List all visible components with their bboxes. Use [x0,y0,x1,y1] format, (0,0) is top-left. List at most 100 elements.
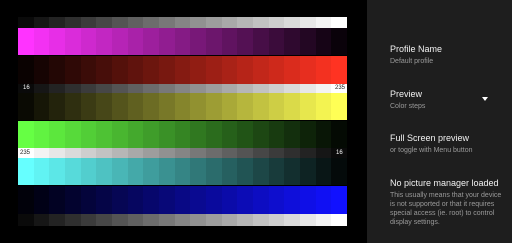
color-step [112,186,128,214]
color-step [221,84,238,93]
color-step [206,17,222,28]
color-step [331,93,348,120]
color-step [33,214,50,226]
color-step [49,93,66,120]
picture-manager-status: No picture manager loaded This usually m… [390,178,504,227]
color-step [174,158,191,185]
color-step [268,186,285,214]
color-step [315,158,332,185]
color-step [80,186,97,214]
color-step [315,56,332,84]
color-step [18,56,34,84]
color-step [143,93,160,120]
color-step [143,148,160,158]
color-step [33,17,50,28]
color-step [127,121,144,148]
color-step [96,56,113,84]
color-step [268,84,285,93]
color-step [159,158,175,185]
color-step [331,28,348,55]
color-step [221,17,238,28]
color-step [331,17,348,28]
color-step [127,158,144,185]
color-step [96,121,113,148]
color-step [65,214,81,226]
color-step [159,17,175,28]
color-step [143,56,160,84]
color-step [127,186,144,214]
color-step [159,186,175,214]
yellow-steps [18,93,348,120]
color-step [80,148,97,158]
color-steps-preview: 16 235 235 16 [0,0,367,243]
color-step [284,214,301,226]
color-step [65,93,81,120]
color-step [237,121,254,148]
color-step [221,28,238,55]
color-step [174,28,191,55]
color-step [33,158,50,185]
marker-bottom-left: 235 [20,150,31,156]
profile-name-title: Profile Name [390,44,443,54]
color-step [49,28,66,55]
color-step [49,17,66,28]
color-step [33,93,50,120]
color-step [96,17,113,28]
gray-steps-right [18,148,348,158]
color-step [80,214,97,226]
color-step [253,93,269,120]
color-step [65,148,81,158]
color-step [331,158,348,185]
color-step [190,121,207,148]
color-step [174,148,191,158]
color-step [33,121,50,148]
color-step [18,28,34,55]
blue-steps [18,186,348,214]
color-step [268,56,285,84]
color-step [221,148,238,158]
color-step [315,28,332,55]
color-step [237,214,254,226]
color-step [65,56,81,84]
color-step [190,214,207,226]
color-step [284,28,301,55]
color-step [315,84,332,93]
color-step [112,214,128,226]
color-step [112,84,128,93]
red-steps [18,56,348,84]
marker-bottom-right: 16 [336,150,343,156]
marker-top-right: 235 [335,85,346,91]
color-step [268,17,285,28]
dropdown-arrow-icon[interactable] [482,97,488,101]
color-step [18,214,34,226]
color-step [127,56,144,84]
color-step [96,214,113,226]
color-step [80,56,97,84]
color-step [315,148,332,158]
color-step [206,56,222,84]
color-step [33,186,50,214]
color-step [268,158,285,185]
color-step [112,121,128,148]
color-step [253,17,269,28]
color-step [174,214,191,226]
color-step [96,148,113,158]
color-step [206,214,222,226]
green-steps [18,121,348,148]
profile-name-setting[interactable]: Profile Name Default profile [390,44,504,66]
picture-manager-title: No picture manager loaded [390,178,499,188]
color-step [65,28,81,55]
color-step [206,28,222,55]
color-step [49,84,66,93]
color-step [49,56,66,84]
color-step [300,214,316,226]
full-screen-preview-setting[interactable]: Full Screen preview or toggle with Menu … [390,133,504,155]
color-step [112,158,128,185]
color-step [159,214,175,226]
color-step [315,121,332,148]
color-step [300,84,316,93]
color-step [206,84,222,93]
color-step [80,93,97,120]
color-step [237,17,254,28]
color-step [206,186,222,214]
